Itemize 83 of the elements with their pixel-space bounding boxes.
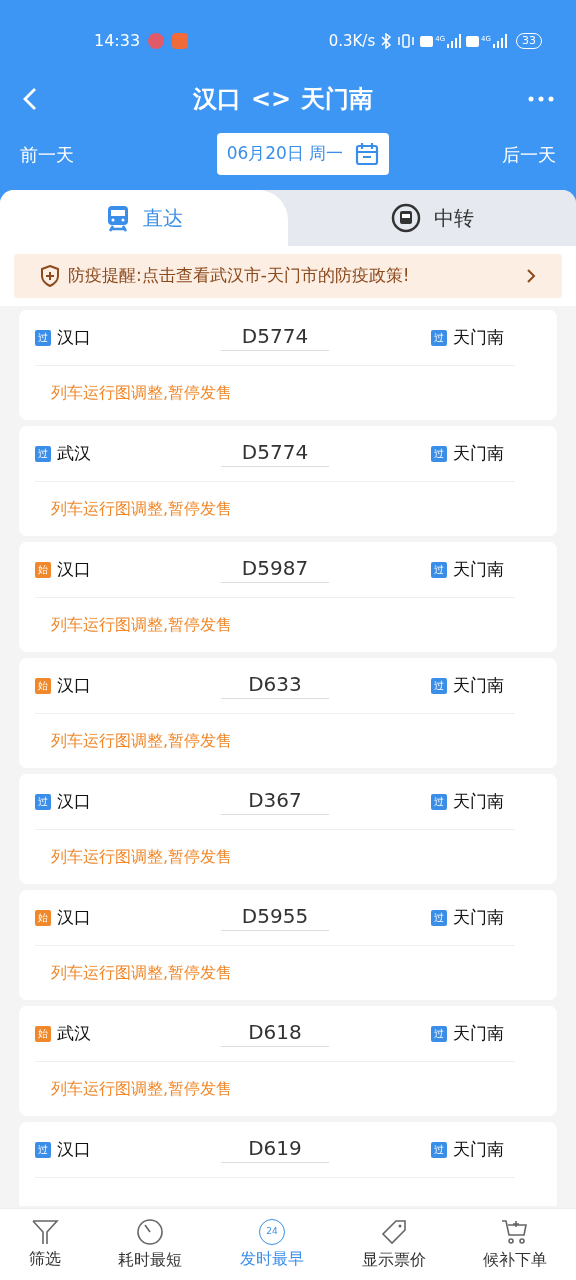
train-number: D619 [248,1136,302,1160]
signal-icon [493,34,507,48]
train-card[interactable]: 过 汉口 D367 过 天门南 列车运行图调整,暂停发售 [19,774,557,884]
arrival-station: 天门南 [453,673,504,697]
timer-icon [136,1217,165,1246]
station-badge: 过 [431,1141,447,1158]
train-number: D5987 [241,556,309,580]
calendar-icon [355,142,380,166]
vibrate-icon [397,34,416,48]
toolbar-button[interactable]: 耗时最短 [118,1217,183,1272]
departure-station: 汉口 [57,673,91,697]
train-card[interactable]: 始 汉口 D5955 过 天门南 列车运行图调整,暂停发售 [19,890,557,1000]
shield-plus-icon [40,265,60,287]
departure-station: 汉口 [57,905,91,929]
epidemic-notice-banner[interactable]: 防疫提醒:点击查看武汉市-天门市的防疫政策! [14,254,562,298]
chevron-right-icon [526,268,536,284]
back-icon[interactable] [22,87,38,111]
station-badge: 过 [35,793,51,810]
station-badge: 过 [431,793,447,810]
origin-station: 汉口 [192,84,241,115]
station-badge: 过 [431,677,447,694]
arrival-station: 天门南 [453,557,504,581]
arrival-station: 天门南 [453,1021,504,1045]
station-badge: 过 [431,909,447,926]
sale-status: 列车运行图调整,暂停发售 [51,846,234,868]
train-card[interactable]: 过 汉口 D619 过 天门南 [19,1122,557,1206]
train-card[interactable]: 始 武汉 D618 过 天门南 列车运行图调整,暂停发售 [19,1006,557,1116]
status-time: 14:33 [94,30,141,52]
station-badge: 过 [35,445,51,462]
notice-text: 防疫提醒:点击查看武汉市-天门市的防疫政策! [68,264,411,288]
more-icon[interactable] [528,96,554,102]
arrival-station: 天门南 [453,325,504,349]
train-card[interactable]: 始 汉口 D633 过 天门南 列车运行图调整,暂停发售 [19,658,557,768]
network-speed: 0.3K/s [328,30,376,52]
station-badge: 过 [431,561,447,578]
train-icon [105,204,131,232]
toolbar-button[interactable]: 显示票价 [361,1217,426,1272]
cart-plus-icon [501,1217,530,1246]
station-badge: 始 [35,677,51,694]
train-card[interactable]: 始 汉口 D5987 过 天门南 列车运行图调整,暂停发售 [19,542,557,652]
toolbar-button[interactable]: 筛选 [28,1218,61,1271]
sale-status: 列车运行图调整,暂停发售 [51,1078,234,1100]
app-notification-icon [172,33,189,49]
price-tag-icon [379,1217,408,1246]
station-badge: 始 [35,1025,51,1042]
sale-status: 列车运行图调整,暂停发售 [51,730,234,752]
sale-status: 列车运行图调整,暂停发售 [51,498,234,520]
sale-status: 列车运行图调整,暂停发售 [51,382,234,404]
departure-station: 汉口 [57,1137,91,1161]
sale-status: 列车运行图调整,暂停发售 [51,614,234,636]
train-card[interactable]: 过 汉口 D5774 过 天门南 列车运行图调整,暂停发售 [19,310,557,420]
arrival-station: 天门南 [453,905,504,929]
train-transfer-icon [390,202,422,234]
station-badge: 始 [35,909,51,926]
filter-icon [30,1218,59,1245]
arrival-station: 天门南 [453,1137,504,1161]
station-badge: 过 [35,329,51,346]
station-badge: 过 [431,445,447,462]
signal-icon [447,34,462,48]
sale-status: 列车运行图调整,暂停发售 [51,962,234,984]
toolbar-button[interactable]: 24 发时最早 [240,1218,304,1271]
arrival-station: 天门南 [453,441,504,465]
station-badge: 过 [35,1141,51,1158]
train-number: D633 [248,672,302,696]
train-number: D5774 [241,440,309,464]
train-number: D618 [248,1020,302,1044]
station-badge: 过 [431,1025,447,1042]
arrival-station: 天门南 [453,789,504,813]
station-badge: 过 [431,329,447,346]
toolbar-button[interactable]: 候补下单 [483,1217,548,1272]
departure-station: 武汉 [57,1021,91,1045]
departure-station: 汉口 [57,325,91,349]
departure-station: 汉口 [57,557,91,581]
departure-station: 武汉 [57,441,91,465]
train-number: D5774 [241,324,309,348]
train-number: D5955 [241,904,309,928]
train-number: D367 [248,788,302,812]
train-card[interactable]: 过 武汉 D5774 过 天门南 列车运行图调整,暂停发售 [19,426,557,536]
bluetooth-icon [380,33,393,49]
departure-station: 汉口 [57,789,91,813]
app-notification-icon [148,33,165,49]
destination-station: 天门南 [301,84,374,115]
station-badge: 始 [35,561,51,578]
